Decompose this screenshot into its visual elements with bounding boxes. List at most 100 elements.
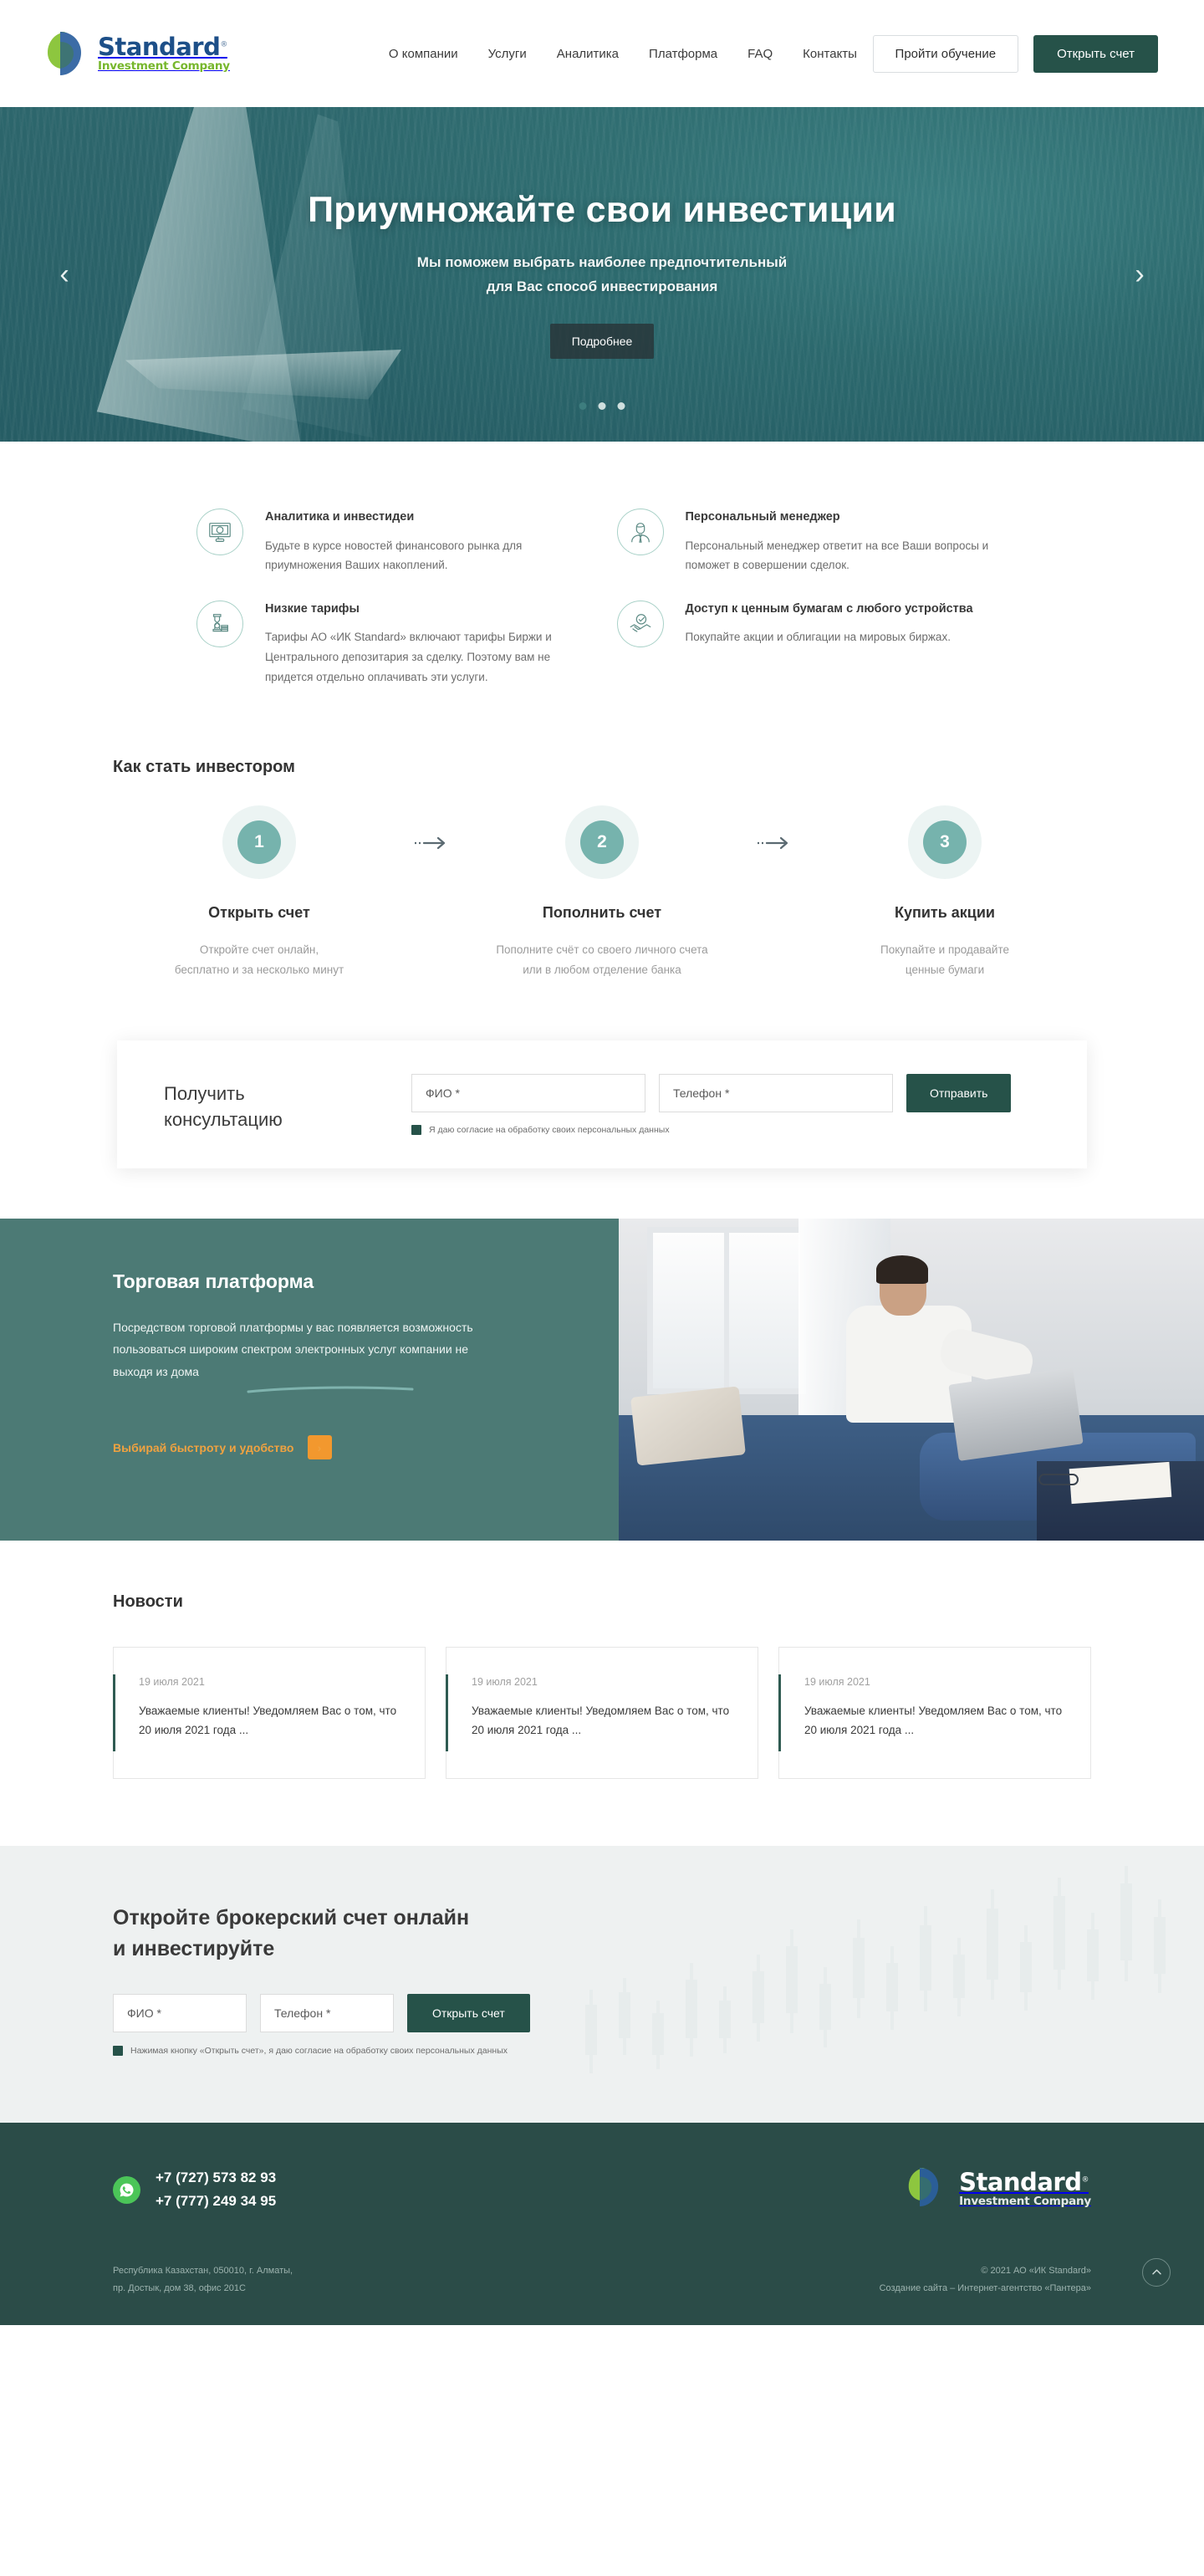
footer-logo-tagline: Investment Company <box>959 2195 1091 2209</box>
feature-card-access: Доступ к ценным бумагам с любого устройс… <box>616 599 1021 687</box>
trading-platform-text-panel: Торговая платформа Посредством торговой … <box>0 1218 619 1541</box>
training-button[interactable]: Пройти обучение <box>872 34 1019 73</box>
news-card[interactable]: 19 июля 2021 Уважаемые клиенты! Уведомля… <box>446 1646 758 1779</box>
footer-logo-registered-icon: ® <box>1081 2175 1089 2185</box>
handshake-access-icon <box>616 600 664 647</box>
open-account-section: Откройте брокерский счет онлайн и инвест… <box>0 1845 1204 2123</box>
logo-wordmark: Standard® Investment Company <box>98 32 230 73</box>
step-desc-line1: Пополните счёт со своего личного счета <box>496 943 708 957</box>
footer-address: Республика Казахстан, 050010, г. Алматы,… <box>113 2262 293 2297</box>
feature-text: Тарифы АО «ИК Standard» включают тарифы … <box>265 631 552 683</box>
consultation-consent-row: Я даю согласие на обработку своих персон… <box>411 1124 1040 1135</box>
consultation-submit-button[interactable]: Отправить <box>906 1073 1012 1112</box>
footer-legal: © 2021 АО «ИК Standard» Создание сайта –… <box>880 2262 1091 2297</box>
whatsapp-icon[interactable] <box>113 2175 140 2204</box>
main-navigation: О компании Услуги Аналитика Платформа FA… <box>389 47 857 61</box>
step-desc-line2: бесплатно и за несколько минут <box>174 963 344 976</box>
homepage: Standard® Investment Company О компании … <box>0 0 1204 2325</box>
trading-platform-cta[interactable]: Выбирай быстроту и удобство › <box>113 1435 560 1460</box>
hero-title: Приумножайте свои инвестиции <box>308 190 896 231</box>
step-number-badge: 3 <box>923 820 967 865</box>
scroll-to-top-button[interactable] <box>1142 2257 1171 2287</box>
step-arrow-icon-2 <box>727 836 819 851</box>
trading-platform-text: Посредством торговой платформы у вас поя… <box>113 1320 473 1378</box>
news-excerpt: Уважаемые клиенты! Уведомляем Вас о том,… <box>472 1704 730 1736</box>
step-desc-line2: или в любом отделение банка <box>523 963 681 976</box>
chevron-right-icon[interactable]: › <box>307 1435 332 1460</box>
hero-next-arrow-icon[interactable]: › <box>1125 260 1154 289</box>
news-date: 19 июля 2021 <box>472 1675 538 1688</box>
footer-logo[interactable]: Standard® Investment Company <box>907 2166 1091 2213</box>
site-logo[interactable]: Standard® Investment Company <box>46 30 230 77</box>
feature-card-analytics: Аналитика и инвестидеи Будьте в курсе но… <box>196 507 600 575</box>
news-card[interactable]: 19 июля 2021 Уважаемые клиенты! Уведомля… <box>778 1646 1091 1779</box>
feature-title: Персональный менеджер <box>685 510 840 524</box>
monitor-analytics-icon <box>196 509 243 555</box>
hero-more-button[interactable]: Подробнее <box>549 323 655 359</box>
step-item-2: 2 Пополнить счет Пополните счёт со своег… <box>477 820 727 979</box>
logo-tagline: Investment Company <box>98 59 230 73</box>
hero-prev-arrow-icon[interactable]: ‹ <box>50 260 79 289</box>
nav-item-platform[interactable]: Платформа <box>649 47 717 61</box>
news-date: 19 июля 2021 <box>804 1675 870 1688</box>
step-title: Открыть счет <box>208 904 310 922</box>
hero-dot-3[interactable] <box>617 402 625 410</box>
open-account-submit-button[interactable]: Открыть счет <box>407 1993 530 2032</box>
news-card[interactable]: 19 июля 2021 Уважаемые клиенты! Уведомля… <box>113 1646 426 1779</box>
news-section: Новости 19 июля 2021 Уважаемые клиенты! … <box>0 1541 1204 1846</box>
open-account-title-line1: Откройте брокерский счет онлайн <box>113 1905 470 1929</box>
photo-paper <box>1069 1461 1172 1504</box>
low-tariffs-icon <box>196 600 243 647</box>
step-item-3: 3 Купить акции Покупайте и продавайте це… <box>819 820 1070 979</box>
photo-cushion <box>630 1385 746 1466</box>
how-to-invest-section: Как стать инвестором 1 Открыть счет Откр… <box>0 720 1204 996</box>
open-account-fio-input[interactable] <box>113 1993 247 2032</box>
site-footer: +7 (727) 573 82 93 +7 (777) 249 34 95 St… <box>0 2122 1204 2325</box>
logo-name-text: Standard <box>98 32 221 61</box>
consultation-phone-input[interactable] <box>659 1073 893 1112</box>
footer-phone-1[interactable]: +7 (727) 573 82 93 <box>156 2166 276 2190</box>
hero-slider: ‹ › Приумножайте свои инвестиции Мы помо… <box>0 107 1204 442</box>
nav-item-faq[interactable]: FAQ <box>747 47 773 61</box>
open-account-button-header[interactable]: Открыть счет <box>1033 34 1158 73</box>
photo-window <box>647 1226 806 1394</box>
nav-item-analytics[interactable]: Аналитика <box>557 47 619 61</box>
open-account-phone-input[interactable] <box>260 1993 394 2032</box>
site-header: Standard® Investment Company О компании … <box>0 0 1204 107</box>
consultation-card: Получить консультацию Отправить Я даю со… <box>117 1040 1087 1168</box>
step-number-badge: 1 <box>237 820 281 865</box>
nav-item-services[interactable]: Услуги <box>488 47 527 61</box>
footer-phone-2[interactable]: +7 (777) 249 34 95 <box>156 2190 276 2214</box>
footer-top-row: +7 (727) 573 82 93 +7 (777) 249 34 95 St… <box>113 2166 1091 2215</box>
logo-registered-icon: ® <box>220 40 227 49</box>
feature-card-manager: Персональный менеджер Персональный менед… <box>616 507 1021 575</box>
consultation-title-line1: Получить <box>164 1082 245 1104</box>
chevron-up-icon <box>1151 2269 1161 2275</box>
open-account-form: Открыть счет <box>113 1993 1091 2032</box>
feature-title: Доступ к ценным бумагам с любого устройс… <box>685 601 973 616</box>
hero-dot-1[interactable] <box>579 402 587 410</box>
footer-copyright: © 2021 АО «ИК Standard» <box>981 2266 1091 2277</box>
step-item-1: 1 Открыть счет Откройте счет онлайн, бес… <box>134 820 385 979</box>
photo-person-hair <box>876 1255 928 1284</box>
step-arrow-icon-1 <box>385 836 477 851</box>
consultation-fio-input[interactable] <box>411 1073 645 1112</box>
features-section: Аналитика и инвестидеи Будьте в курсе но… <box>84 442 1120 720</box>
consultation-form: Отправить Я даю согласие на обработку св… <box>411 1073 1040 1135</box>
hero-dot-2[interactable] <box>598 402 606 410</box>
feature-title: Аналитика и инвестидеи <box>265 510 415 524</box>
news-excerpt: Уважаемые клиенты! Уведомляем Вас о том,… <box>139 1704 397 1736</box>
header-actions: Пройти обучение Открыть счет <box>872 34 1158 73</box>
consultation-title-line2: консультацию <box>164 1109 283 1131</box>
open-account-consent-checkbox[interactable] <box>113 2045 123 2056</box>
nav-item-contacts[interactable]: Контакты <box>803 47 857 61</box>
consultation-title: Получить консультацию <box>164 1074 365 1134</box>
nav-item-about[interactable]: О компании <box>389 47 458 61</box>
open-account-title-line2: и инвестируйте <box>113 1937 275 1960</box>
trading-platform-cta-label: Выбирай быстроту и удобство <box>113 1440 294 1454</box>
step-title: Купить акции <box>894 904 996 922</box>
footer-credits[interactable]: Создание сайта – Интернет-агентство «Пан… <box>880 2280 1091 2297</box>
hero-content: Приумножайте свои инвестиции Мы поможем … <box>0 190 1204 359</box>
consultation-consent-checkbox[interactable] <box>411 1124 421 1135</box>
open-account-consent-label: Нажимая кнопку «Открыть счет», я даю сог… <box>130 2045 508 2056</box>
